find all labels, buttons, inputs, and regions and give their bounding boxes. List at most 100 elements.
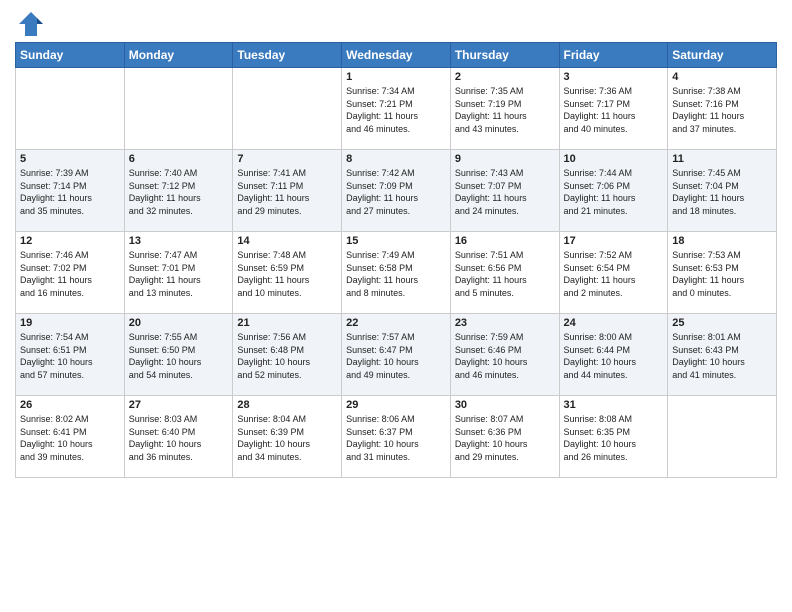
day-info: Sunrise: 7:59 AM Sunset: 6:46 PM Dayligh… bbox=[455, 331, 555, 381]
day-number: 3 bbox=[564, 71, 664, 83]
week-row-5: 26 Sunrise: 8:02 AM Sunset: 6:41 PM Dayli… bbox=[16, 396, 777, 478]
day-cell: 20Sunrise: 7:55 AM Sunset: 6:50 PM Dayli… bbox=[124, 314, 233, 396]
day-cell: 7 Sunrise: 7:41 AM Sunset: 7:11 PM Daylig… bbox=[233, 150, 342, 232]
week-row-2: 5Sunrise: 7:39 AM Sunset: 7:14 PM Daylig… bbox=[16, 150, 777, 232]
day-info: Sunrise: 7:52 AM Sunset: 6:54 PM Dayligh… bbox=[564, 249, 664, 299]
day-number: 19 bbox=[20, 317, 120, 329]
day-number: 16 bbox=[455, 235, 555, 247]
day-info: Sunrise: 7:45 AM Sunset: 7:04 PM Dayligh… bbox=[672, 167, 772, 217]
day-cell: 17 Sunrise: 7:52 AM Sunset: 6:54 PM Dayli… bbox=[559, 232, 668, 314]
col-header-monday: Monday bbox=[124, 43, 233, 68]
day-info: Sunrise: 7:55 AM Sunset: 6:50 PM Dayligh… bbox=[129, 331, 229, 381]
week-row-4: 19Sunrise: 7:54 AM Sunset: 6:51 PM Dayli… bbox=[16, 314, 777, 396]
logo bbox=[15, 10, 45, 34]
day-info: Sunrise: 7:36 AM Sunset: 7:17 PM Dayligh… bbox=[564, 85, 664, 135]
day-number: 11 bbox=[672, 153, 772, 165]
day-info: Sunrise: 7:43 AM Sunset: 7:07 PM Dayligh… bbox=[455, 167, 555, 217]
day-cell: 26 Sunrise: 8:02 AM Sunset: 6:41 PM Dayli… bbox=[16, 396, 125, 478]
day-cell: 1 Sunrise: 7:34 AM Sunset: 7:21 PM Daylig… bbox=[342, 68, 451, 150]
col-header-friday: Friday bbox=[559, 43, 668, 68]
day-number: 12 bbox=[20, 235, 120, 247]
day-cell: 13 Sunrise: 7:47 AM Sunset: 7:01 PM Dayli… bbox=[124, 232, 233, 314]
day-cell: 27Sunrise: 8:03 AM Sunset: 6:40 PM Dayli… bbox=[124, 396, 233, 478]
day-cell: 5Sunrise: 7:39 AM Sunset: 7:14 PM Daylig… bbox=[16, 150, 125, 232]
day-number: 31 bbox=[564, 399, 664, 411]
day-cell: 12 Sunrise: 7:46 AM Sunset: 7:02 PM Dayli… bbox=[16, 232, 125, 314]
day-number: 30 bbox=[455, 399, 555, 411]
day-cell: 10 Sunrise: 7:44 AM Sunset: 7:06 PM Dayli… bbox=[559, 150, 668, 232]
day-info: Sunrise: 8:06 AM Sunset: 6:37 PM Dayligh… bbox=[346, 413, 446, 463]
day-cell: 2 Sunrise: 7:35 AM Sunset: 7:19 PM Daylig… bbox=[450, 68, 559, 150]
day-number: 23 bbox=[455, 317, 555, 329]
day-cell: 19Sunrise: 7:54 AM Sunset: 6:51 PM Dayli… bbox=[16, 314, 125, 396]
day-info: Sunrise: 8:02 AM Sunset: 6:41 PM Dayligh… bbox=[20, 413, 120, 463]
day-number: 29 bbox=[346, 399, 446, 411]
day-cell: 4Sunrise: 7:38 AM Sunset: 7:16 PM Daylig… bbox=[668, 68, 777, 150]
logo-icon bbox=[17, 10, 45, 38]
calendar-table: SundayMondayTuesdayWednesdayThursdayFrid… bbox=[15, 42, 777, 478]
day-info: Sunrise: 7:40 AM Sunset: 7:12 PM Dayligh… bbox=[129, 167, 229, 217]
day-info: Sunrise: 8:08 AM Sunset: 6:35 PM Dayligh… bbox=[564, 413, 664, 463]
col-header-wednesday: Wednesday bbox=[342, 43, 451, 68]
week-row-3: 12 Sunrise: 7:46 AM Sunset: 7:02 PM Dayli… bbox=[16, 232, 777, 314]
day-cell: 6 Sunrise: 7:40 AM Sunset: 7:12 PM Daylig… bbox=[124, 150, 233, 232]
day-cell: 23 Sunrise: 7:59 AM Sunset: 6:46 PM Dayli… bbox=[450, 314, 559, 396]
week-row-1: 1 Sunrise: 7:34 AM Sunset: 7:21 PM Daylig… bbox=[16, 68, 777, 150]
day-info: Sunrise: 7:42 AM Sunset: 7:09 PM Dayligh… bbox=[346, 167, 446, 217]
day-info: Sunrise: 7:46 AM Sunset: 7:02 PM Dayligh… bbox=[20, 249, 120, 299]
day-cell: 11 Sunrise: 7:45 AM Sunset: 7:04 PM Dayli… bbox=[668, 150, 777, 232]
header bbox=[15, 10, 777, 34]
day-info: Sunrise: 8:00 AM Sunset: 6:44 PM Dayligh… bbox=[564, 331, 664, 381]
day-cell bbox=[668, 396, 777, 478]
day-info: Sunrise: 8:01 AM Sunset: 6:43 PM Dayligh… bbox=[672, 331, 772, 381]
day-cell: 25 Sunrise: 8:01 AM Sunset: 6:43 PM Dayli… bbox=[668, 314, 777, 396]
day-number: 18 bbox=[672, 235, 772, 247]
day-cell: 14Sunrise: 7:48 AM Sunset: 6:59 PM Dayli… bbox=[233, 232, 342, 314]
day-number: 24 bbox=[564, 317, 664, 329]
day-cell: 18 Sunrise: 7:53 AM Sunset: 6:53 PM Dayli… bbox=[668, 232, 777, 314]
day-cell: 15 Sunrise: 7:49 AM Sunset: 6:58 PM Dayli… bbox=[342, 232, 451, 314]
day-info: Sunrise: 7:49 AM Sunset: 6:58 PM Dayligh… bbox=[346, 249, 446, 299]
day-number: 17 bbox=[564, 235, 664, 247]
day-info: Sunrise: 7:41 AM Sunset: 7:11 PM Dayligh… bbox=[237, 167, 337, 217]
day-cell bbox=[124, 68, 233, 150]
day-number: 9 bbox=[455, 153, 555, 165]
day-info: Sunrise: 7:44 AM Sunset: 7:06 PM Dayligh… bbox=[564, 167, 664, 217]
day-info: Sunrise: 7:53 AM Sunset: 6:53 PM Dayligh… bbox=[672, 249, 772, 299]
page-container: SundayMondayTuesdayWednesdayThursdayFrid… bbox=[0, 0, 792, 488]
day-number: 10 bbox=[564, 153, 664, 165]
day-cell: 22Sunrise: 7:57 AM Sunset: 6:47 PM Dayli… bbox=[342, 314, 451, 396]
day-info: Sunrise: 7:34 AM Sunset: 7:21 PM Dayligh… bbox=[346, 85, 446, 135]
day-number: 13 bbox=[129, 235, 229, 247]
day-number: 27 bbox=[129, 399, 229, 411]
day-cell: 24 Sunrise: 8:00 AM Sunset: 6:44 PM Dayli… bbox=[559, 314, 668, 396]
day-number: 2 bbox=[455, 71, 555, 83]
day-number: 7 bbox=[237, 153, 337, 165]
day-info: Sunrise: 7:51 AM Sunset: 6:56 PM Dayligh… bbox=[455, 249, 555, 299]
day-number: 28 bbox=[237, 399, 337, 411]
day-cell: 8 Sunrise: 7:42 AM Sunset: 7:09 PM Daylig… bbox=[342, 150, 451, 232]
day-cell: 21Sunrise: 7:56 AM Sunset: 6:48 PM Dayli… bbox=[233, 314, 342, 396]
day-number: 5 bbox=[20, 153, 120, 165]
col-header-sunday: Sunday bbox=[16, 43, 125, 68]
logo-text-block bbox=[15, 10, 45, 34]
day-cell: 29 Sunrise: 8:06 AM Sunset: 6:37 PM Dayli… bbox=[342, 396, 451, 478]
day-number: 25 bbox=[672, 317, 772, 329]
day-info: Sunrise: 8:04 AM Sunset: 6:39 PM Dayligh… bbox=[237, 413, 337, 463]
day-info: Sunrise: 7:47 AM Sunset: 7:01 PM Dayligh… bbox=[129, 249, 229, 299]
day-info: Sunrise: 7:35 AM Sunset: 7:19 PM Dayligh… bbox=[455, 85, 555, 135]
day-number: 4 bbox=[672, 71, 772, 83]
day-cell: 16 Sunrise: 7:51 AM Sunset: 6:56 PM Dayli… bbox=[450, 232, 559, 314]
day-number: 1 bbox=[346, 71, 446, 83]
day-info: Sunrise: 7:56 AM Sunset: 6:48 PM Dayligh… bbox=[237, 331, 337, 381]
header-row: SundayMondayTuesdayWednesdayThursdayFrid… bbox=[16, 43, 777, 68]
day-cell: 30Sunrise: 8:07 AM Sunset: 6:36 PM Dayli… bbox=[450, 396, 559, 478]
day-number: 15 bbox=[346, 235, 446, 247]
day-cell: 28 Sunrise: 8:04 AM Sunset: 6:39 PM Dayli… bbox=[233, 396, 342, 478]
day-number: 26 bbox=[20, 399, 120, 411]
day-cell: 3 Sunrise: 7:36 AM Sunset: 7:17 PM Daylig… bbox=[559, 68, 668, 150]
day-number: 8 bbox=[346, 153, 446, 165]
day-number: 22 bbox=[346, 317, 446, 329]
day-number: 6 bbox=[129, 153, 229, 165]
day-cell bbox=[16, 68, 125, 150]
